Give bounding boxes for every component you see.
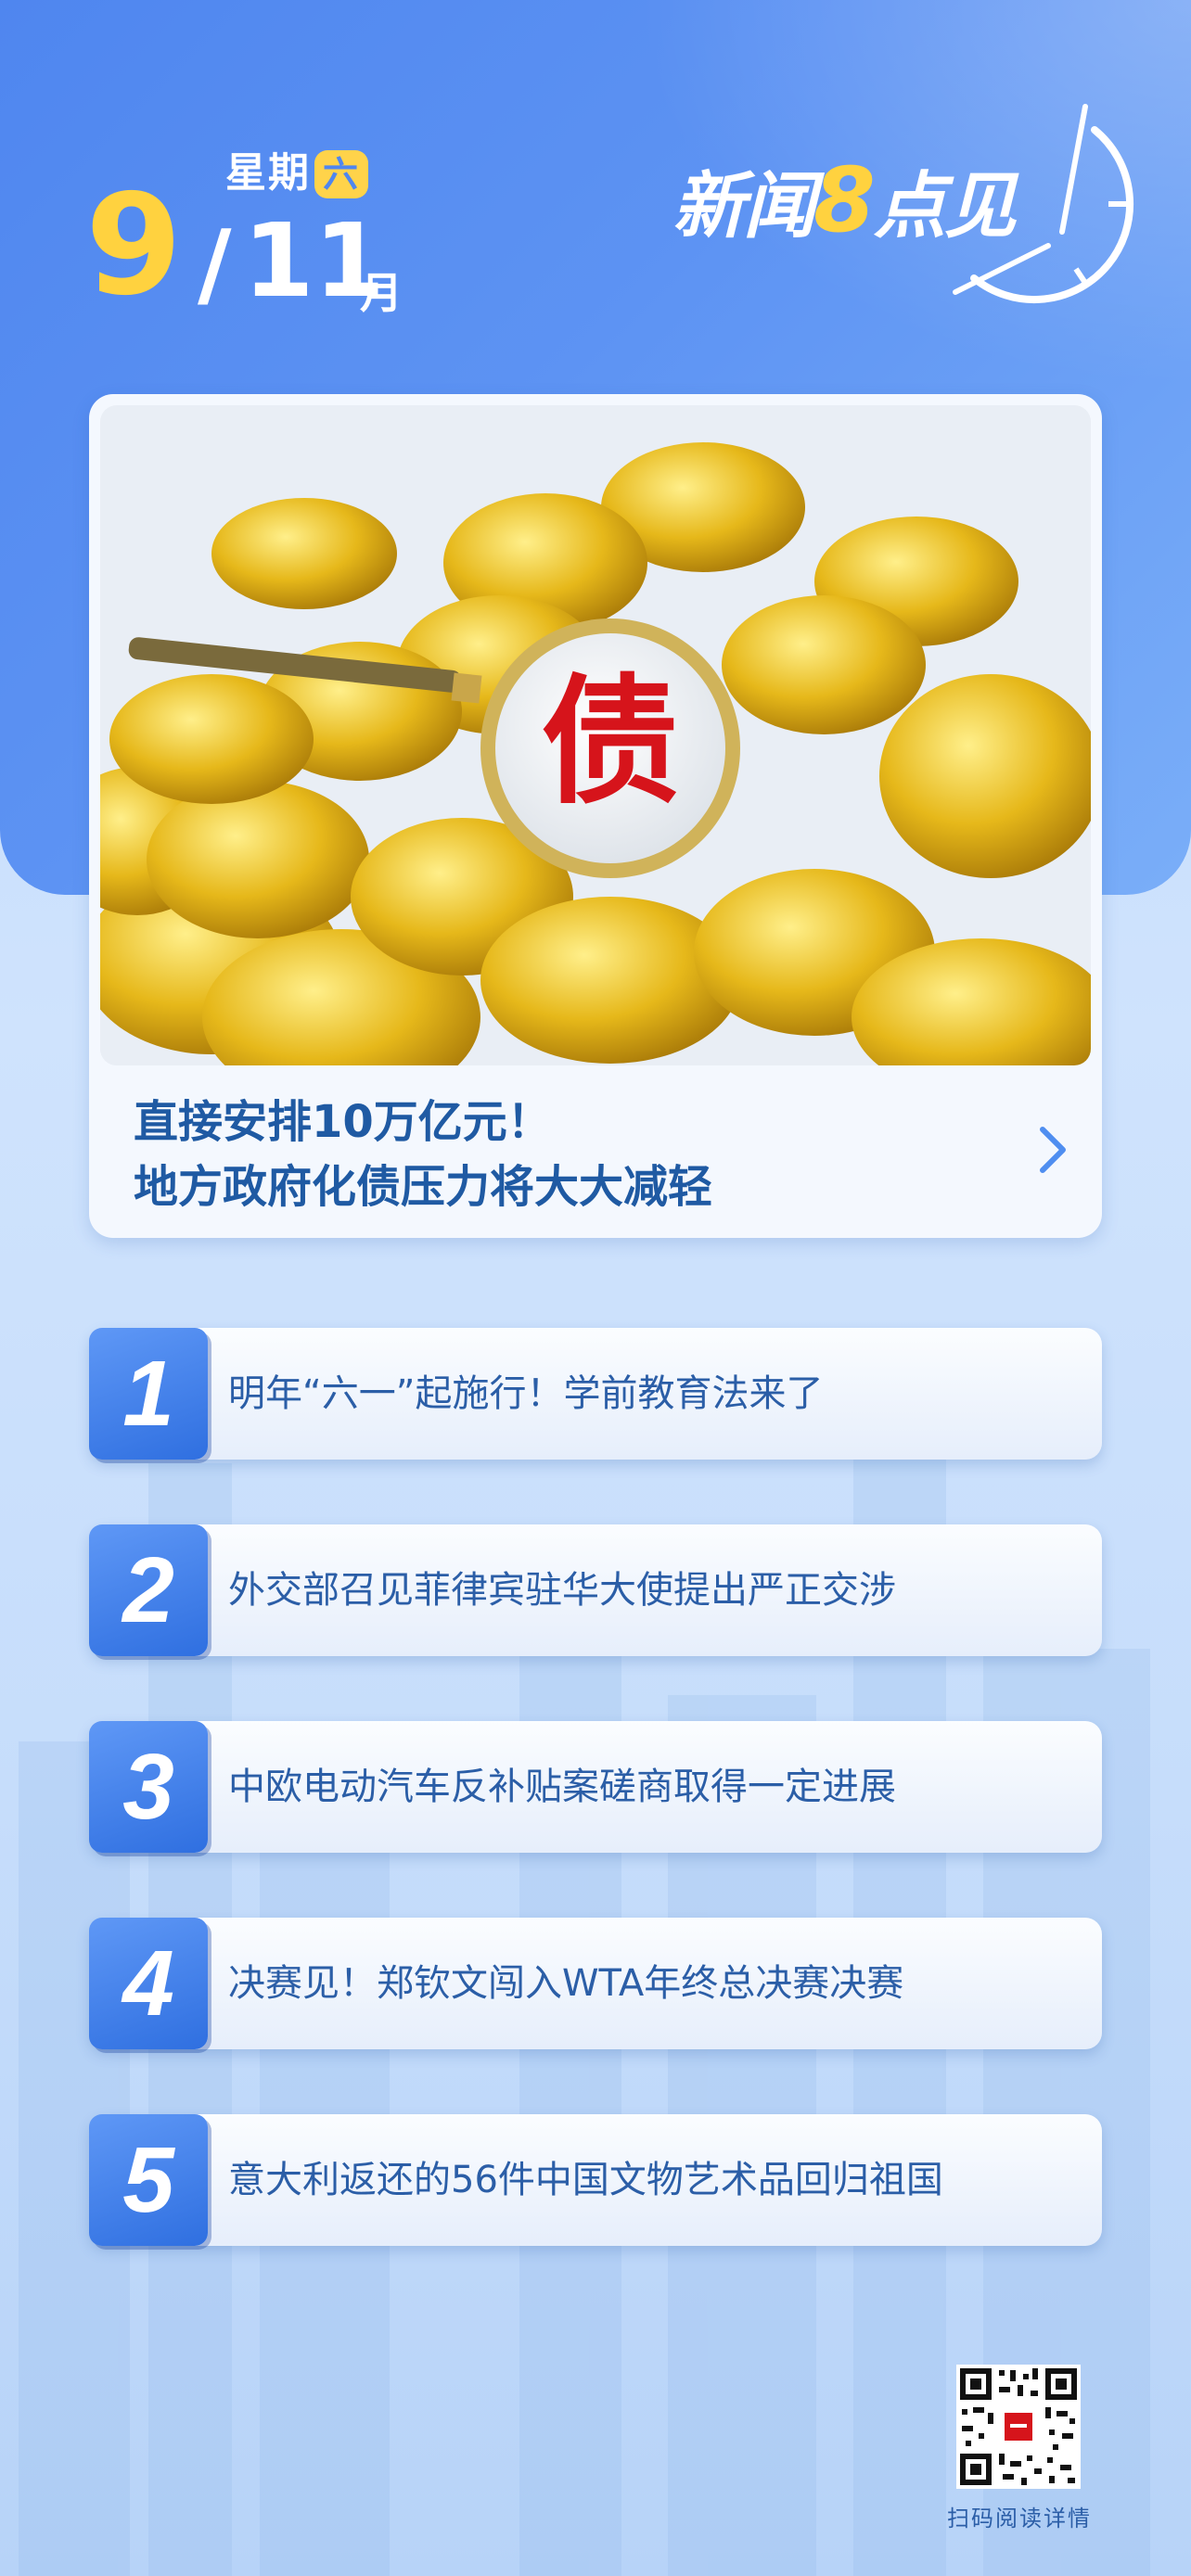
news-number: 2 [89,1524,208,1656]
feature-title-line1: 直接安排10万亿元！ [134,1096,552,1148]
chevron-right-icon[interactable] [1024,1113,1080,1187]
news-headline: 明年“六一”起施行！学前教育法来了 [228,1372,824,1415]
news-item[interactable]: 2 外交部召见菲律宾驻华大使提出严正交涉 [89,1524,1102,1656]
news-number: 5 [89,2114,208,2246]
news-number: 3 [89,1721,208,1853]
news-headline: 外交部召见菲律宾驻华大使提出严正交涉 [228,1569,896,1612]
weekday-label: 星期 [225,149,311,197]
qr-code[interactable] [956,2365,1081,2489]
news-number: 1 [89,1328,208,1460]
qr-caption: 扫码阅读详情 [947,2506,1092,2531]
feature-title: 直接安排10万亿元！ 地方政府化债压力将大大减轻 [134,1090,996,1219]
news-item[interactable]: 1 明年“六一”起施行！学前教育法来了 [89,1328,1102,1460]
date-month-unit: 月 [360,268,403,318]
brand-text-part1: 新闻 [672,165,815,249]
news-item[interactable]: 5 意大利返还的56件中国文物艺术品回归祖国 [89,2114,1102,2246]
clock-icon [953,104,1134,304]
news-headline: 决赛见！郑钦文闯入WTA年终总决赛决赛 [228,1962,904,2005]
brand-eight: 8 [813,148,876,252]
feature-image: 债 [100,405,1091,1065]
debt-character: 债 [541,660,680,823]
feature-card[interactable]: 债 直接安排10万亿元！ 地方政府化债压力将大大减轻 [89,394,1102,1238]
news-number: 4 [89,1918,208,2049]
news-headline: 中欧电动汽车反补贴案磋商取得一定进展 [228,1766,896,1808]
news-item[interactable]: 4 决赛见！郑钦文闯入WTA年终总决赛决赛 [89,1918,1102,2049]
date-day: 9 [85,165,183,326]
date-slash: / [198,210,232,318]
feature-title-line2: 地方政府化债压力将大大减轻 [134,1161,713,1213]
weekday: 星期六 [225,139,368,198]
news-headline: 意大利返还的56件中国文物艺术品回归祖国 [228,2159,943,2201]
coins-magnifier-illustration: 债 [100,405,1091,1065]
weekday-day-badge: 六 [314,150,368,198]
news-item[interactable]: 3 中欧电动汽车反补贴案磋商取得一定进展 [89,1721,1102,1853]
